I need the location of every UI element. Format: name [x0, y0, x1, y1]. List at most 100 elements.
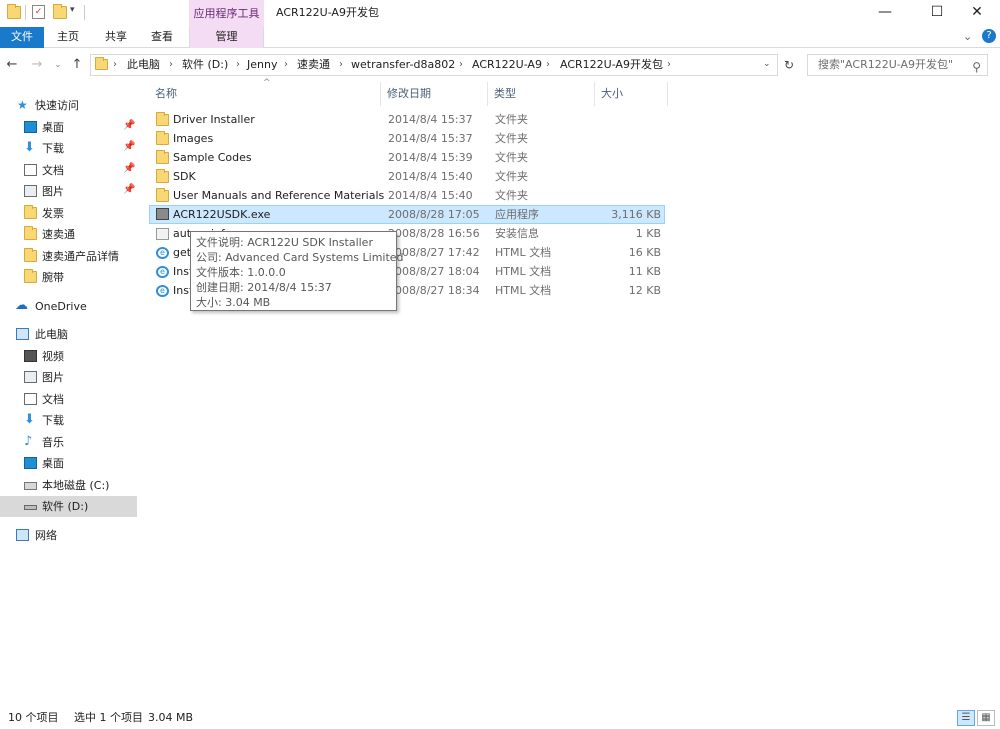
file-name: Driver Installer: [173, 113, 255, 126]
nav-label: 网络: [35, 529, 57, 542]
drive-icon: [24, 482, 37, 490]
file-row[interactable]: SDK 2014/8/4 15:40 文件夹: [149, 168, 665, 187]
tab-share[interactable]: 共享: [100, 27, 132, 48]
film-icon: [24, 350, 37, 362]
desktop-icon: [24, 121, 37, 133]
breadcrumb-wetransfer[interactable]: wetransfer-d8a802: [351, 55, 455, 75]
nav-item-pictures[interactable]: 图片 📌: [0, 181, 137, 202]
file-row[interactable]: Images 2014/8/4 15:37 文件夹: [149, 130, 665, 149]
address-field[interactable]: › 此电脑 › 软件 (D:) › Jenny › 速卖通 › wetransf…: [90, 54, 778, 76]
nav-item-product-details[interactable]: 速卖通产品详情: [0, 246, 137, 267]
folder-icon: [156, 131, 169, 145]
chevron-right-icon[interactable]: ›: [284, 55, 288, 75]
column-header-date[interactable]: 修改日期: [381, 82, 488, 106]
pin-icon[interactable]: 📌: [123, 163, 135, 174]
file-row-selected[interactable]: ACR122USDK.exe 2008/8/28 17:05 应用程序 3,11…: [149, 205, 665, 224]
chevron-right-icon[interactable]: ›: [169, 55, 173, 75]
tab-view[interactable]: 查看: [146, 27, 178, 48]
help-icon[interactable]: ?: [982, 29, 996, 43]
pin-icon[interactable]: 📌: [123, 141, 135, 152]
file-row[interactable]: User Manuals and Reference Materials 201…: [149, 187, 665, 206]
properties-icon[interactable]: ✓: [32, 5, 45, 19]
file-type: 应用程序: [495, 208, 539, 221]
search-input[interactable]: 搜索"ACR122U-A9开发包" ⚲: [807, 54, 988, 76]
close-button[interactable]: ✕: [954, 0, 1000, 27]
nav-item-documents-pc[interactable]: 文档: [0, 389, 137, 410]
nav-this-pc[interactable]: 此电脑: [0, 324, 137, 345]
back-arrow-icon[interactable]: ←: [4, 57, 20, 73]
tab-file[interactable]: 文件: [0, 27, 44, 48]
recent-locations-icon[interactable]: ⌄: [50, 57, 66, 73]
chevron-right-icon[interactable]: ›: [546, 55, 550, 75]
breadcrumb-this-pc[interactable]: 此电脑: [127, 55, 160, 75]
nav-network[interactable]: 网络: [0, 525, 137, 546]
file-type: 文件夹: [495, 113, 528, 126]
network-icon: [16, 529, 29, 541]
ie-icon: e: [156, 266, 169, 278]
breadcrumb-drive-d[interactable]: 软件 (D:): [182, 55, 228, 75]
chevron-right-icon[interactable]: ›: [667, 55, 671, 75]
drive-icon: [24, 505, 37, 510]
nav-label: 图片: [42, 371, 64, 384]
tooltip-version: 文件版本: 1.0.0.0: [196, 266, 286, 279]
exe-icon: [156, 208, 169, 220]
nav-onedrive[interactable]: ☁ OneDrive: [0, 296, 137, 317]
nav-label: 音乐: [42, 436, 64, 449]
column-header-type[interactable]: 类型: [488, 82, 595, 106]
forward-arrow-icon[interactable]: →: [29, 57, 45, 73]
nav-item-music[interactable]: ♪ 音乐: [0, 432, 137, 453]
pin-icon[interactable]: 📌: [123, 120, 135, 131]
nav-item-wristband[interactable]: 腕带: [0, 267, 137, 288]
breadcrumb-dev-kit[interactable]: ACR122U-A9开发包: [560, 55, 663, 75]
file-row[interactable]: Sample Codes 2014/8/4 15:39 文件夹: [149, 149, 665, 168]
nav-item-downloads[interactable]: ⬇ 下载 📌: [0, 138, 137, 159]
minimize-button[interactable]: —: [862, 0, 908, 27]
breadcrumb-acr122u-a9[interactable]: ACR122U-A9: [472, 55, 542, 75]
chevron-right-icon[interactable]: ›: [236, 55, 240, 75]
breadcrumb-sumaitong[interactable]: 速卖通: [297, 55, 330, 75]
large-icons-view-icon[interactable]: ▦: [977, 710, 995, 726]
qat-customize-icon[interactable]: ▾: [70, 5, 75, 15]
tab-home[interactable]: 主页: [52, 27, 84, 48]
nav-item-downloads-pc[interactable]: ⬇ 下载: [0, 410, 137, 431]
music-note-icon: ♪: [24, 434, 33, 449]
nav-item-pictures-pc[interactable]: 图片: [0, 367, 137, 388]
column-header-size[interactable]: 大小: [595, 82, 668, 106]
address-history-icon[interactable]: ⌄: [763, 55, 771, 75]
nav-label: 下载: [42, 414, 64, 427]
desktop-icon: [24, 457, 37, 469]
setup-info-icon: [156, 228, 169, 240]
collapse-ribbon-icon[interactable]: ⌄: [963, 30, 972, 43]
file-row[interactable]: Driver Installer 2014/8/4 15:37 文件夹: [149, 111, 665, 130]
search-icon: ⚲: [972, 60, 981, 74]
nav-item-videos[interactable]: 视频: [0, 346, 137, 367]
nav-item-sumaitong[interactable]: 速卖通: [0, 224, 137, 245]
nav-item-desktop-pc[interactable]: 桌面: [0, 453, 137, 474]
nav-item-invoices[interactable]: 发票: [0, 203, 137, 224]
chevron-right-icon[interactable]: ›: [339, 55, 343, 75]
tooltip-company: 公司: Advanced Card Systems Limited: [196, 251, 404, 264]
details-view-icon[interactable]: ☰: [957, 710, 975, 726]
file-date: 2008/8/27 18:04: [388, 265, 480, 278]
nav-item-drive-c[interactable]: 本地磁盘 (C:): [0, 475, 137, 496]
nav-label: 发票: [42, 207, 64, 220]
nav-quick-access[interactable]: ★ 快速访问: [0, 95, 137, 116]
nav-item-drive-d[interactable]: 软件 (D:): [0, 496, 137, 517]
chevron-right-icon[interactable]: ›: [113, 55, 117, 75]
refresh-icon[interactable]: ↻: [781, 57, 797, 73]
star-icon: ★: [17, 98, 28, 112]
tab-manage[interactable]: 管理: [189, 27, 264, 48]
column-header-name[interactable]: 名称: [149, 82, 381, 106]
chevron-right-icon[interactable]: ›: [459, 55, 463, 75]
new-folder-icon[interactable]: [53, 4, 67, 19]
breadcrumb-jenny[interactable]: Jenny: [247, 55, 277, 75]
nav-label: 腕带: [42, 271, 64, 284]
window-title: ACR122U-A9开发包: [276, 6, 379, 19]
nav-item-documents[interactable]: 文档 📌: [0, 160, 137, 181]
nav-item-desktop[interactable]: 桌面 📌: [0, 117, 137, 138]
pictures-icon: [24, 185, 37, 197]
file-date: 2008/8/28 16:56: [388, 227, 480, 240]
pin-icon[interactable]: 📌: [123, 184, 135, 195]
up-arrow-icon[interactable]: ↑: [69, 57, 85, 73]
file-type: 文件夹: [495, 132, 528, 145]
